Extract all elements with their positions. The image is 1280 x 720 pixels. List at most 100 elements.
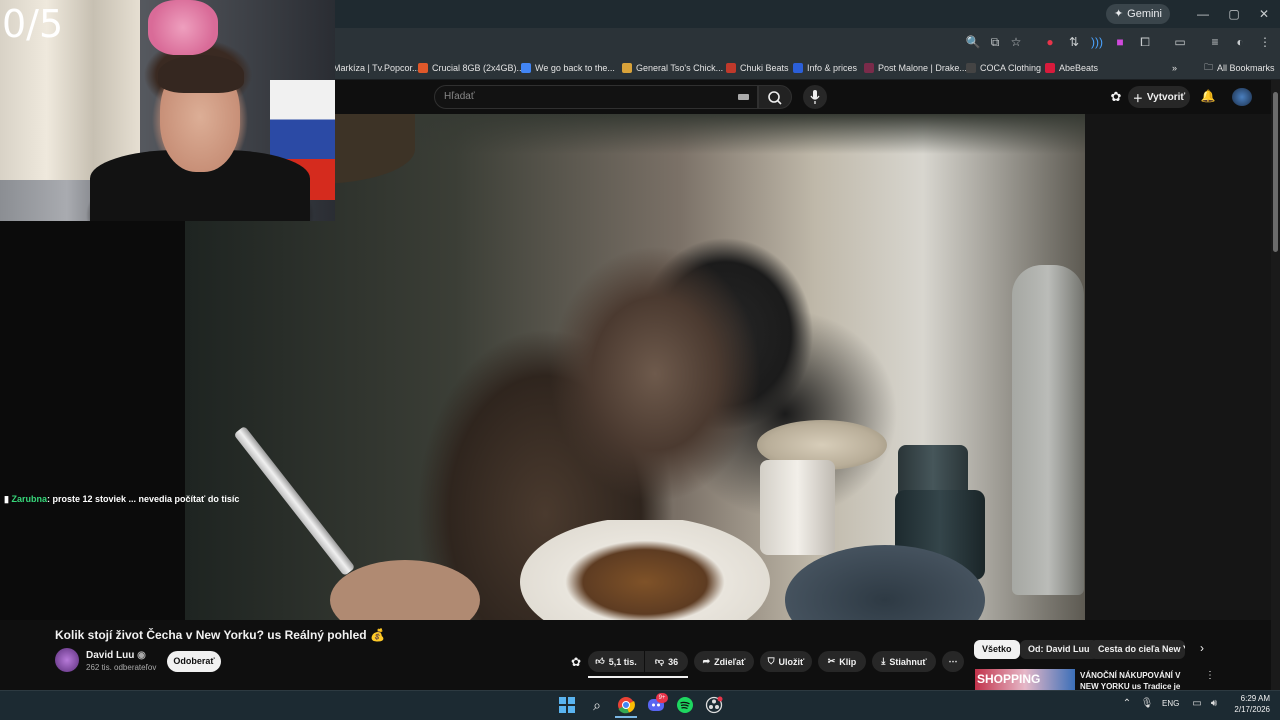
recommendation-menu-icon[interactable]: ⋮ bbox=[1205, 670, 1215, 684]
bookmark-item[interactable]: Post Malone | Drake... bbox=[864, 59, 967, 77]
bookmark-item[interactable]: Chuki Beats bbox=[726, 59, 789, 77]
spotify-taskbar-icon[interactable] bbox=[674, 694, 696, 716]
windows-taskbar bbox=[0, 690, 1280, 720]
bookmark-label: AbeBeats bbox=[1059, 63, 1099, 73]
recommendation-title[interactable]: VÁNOČNÍ NÁKUPOVÁNÍ V NEW YORKU us Tradic… bbox=[1080, 670, 1200, 690]
bookmark-favicon bbox=[864, 63, 874, 73]
share-button[interactable]: ➦ Zdieľať bbox=[694, 651, 754, 672]
clip-label: Klip bbox=[839, 656, 857, 667]
download-label: Stiahnuť bbox=[889, 656, 927, 667]
zoom-icon[interactable]: 🔍 bbox=[963, 32, 983, 52]
bookmark-favicon bbox=[726, 63, 736, 73]
channel-name[interactable]: David Luu ◉ bbox=[86, 650, 146, 661]
bookmark-item[interactable]: Crucial 8GB (2x4GB)... bbox=[418, 59, 524, 77]
extension-red-icon[interactable]: ● bbox=[1040, 32, 1060, 52]
bookmark-label: Chuki Beats bbox=[740, 63, 789, 73]
media-control-icon[interactable]: ≡ bbox=[1205, 32, 1225, 52]
bookmark-item[interactable]: Markíza | Tv.Popcor... bbox=[333, 59, 420, 77]
video-saucer bbox=[785, 545, 985, 620]
chip-all[interactable]: Všetko bbox=[974, 640, 1020, 659]
tray-display-icon[interactable]: ▭ bbox=[1190, 697, 1204, 711]
search-icon bbox=[768, 91, 782, 105]
bookmark-label: General Tso's Chick... bbox=[636, 63, 724, 73]
dislike-button[interactable]: 👎︎ 36 bbox=[645, 651, 688, 672]
bookmark-label: Info & prices bbox=[807, 63, 858, 73]
verified-icon: ◉ bbox=[137, 650, 146, 661]
create-button[interactable]: ＋ Vytvoriť bbox=[1128, 86, 1190, 108]
bookmark-favicon bbox=[793, 63, 803, 73]
close-icon[interactable]: ✕ bbox=[1254, 4, 1274, 24]
voice-search-button[interactable] bbox=[803, 85, 827, 109]
recommendation-thumbnail[interactable]: SHOPPING bbox=[975, 669, 1075, 690]
split-view-icon[interactable]: ▭ bbox=[1170, 32, 1190, 52]
video-plate bbox=[520, 520, 770, 620]
maximize-icon[interactable]: ▢ bbox=[1224, 4, 1244, 24]
taskbar-clock[interactable]: 6:29 AM 2/17/2026 bbox=[1226, 693, 1270, 715]
bookmark-label: Post Malone | Drake... bbox=[878, 63, 967, 73]
thumbs-up-icon: 👍︎ bbox=[595, 656, 605, 666]
bookmark-favicon bbox=[1045, 63, 1055, 73]
clip-button[interactable]: ✂ Klip bbox=[818, 651, 866, 672]
scrollbar-thumb[interactable] bbox=[1273, 92, 1278, 252]
extension-audio-icon[interactable]: ))) bbox=[1087, 32, 1107, 52]
create-label: Vytvoriť bbox=[1146, 91, 1186, 103]
chip-channel[interactable]: Od: David Luu bbox=[1020, 640, 1098, 659]
discord-badge: 9+ bbox=[656, 693, 668, 703]
ai-sparkle-icon[interactable]: ✿ bbox=[569, 655, 583, 669]
search-button[interactable] bbox=[758, 85, 792, 109]
bookmarks-overflow-icon[interactable]: » bbox=[1172, 59, 1177, 77]
obs-taskbar-icon[interactable] bbox=[703, 694, 725, 716]
tray-volume-icon[interactable]: 🔊︎ bbox=[1207, 697, 1221, 711]
thumbs-down-icon: 👎︎ bbox=[654, 656, 665, 666]
video-title: Kolik stojí život Čecha v New Yorku? us … bbox=[55, 628, 385, 642]
obs-icon bbox=[705, 696, 723, 714]
like-count: 5,1 tis. bbox=[608, 656, 637, 667]
share-label: Zdieľať bbox=[714, 656, 746, 667]
bookmark-item[interactable]: We go back to the... bbox=[521, 59, 615, 77]
bookmark-label: We go back to the... bbox=[535, 63, 615, 73]
tray-chevron-up-icon[interactable]: ⌃ bbox=[1120, 697, 1134, 711]
subscribe-button[interactable]: Odoberať bbox=[167, 651, 221, 672]
extensions-puzzle-icon[interactable]: ⧠ bbox=[1135, 32, 1155, 52]
spotify-icon bbox=[677, 697, 693, 713]
menu-kebab-icon[interactable]: ⋮ bbox=[1255, 32, 1275, 52]
chrome-taskbar-icon[interactable] bbox=[615, 694, 637, 716]
language-indicator[interactable]: ENG bbox=[1162, 699, 1179, 708]
bookmark-item[interactable]: Info & prices bbox=[793, 59, 857, 77]
gemini-button[interactable]: ✦ Gemini bbox=[1105, 4, 1170, 24]
like-button[interactable]: 👍︎ 5,1 tis. bbox=[588, 651, 644, 672]
chip-series[interactable]: Cesta do cieľa New Yo bbox=[1090, 640, 1185, 659]
download-button[interactable]: ⤓ Stiahnuť bbox=[872, 651, 936, 672]
taskbar-search-icon[interactable]: ⌕ bbox=[586, 694, 608, 716]
studio-icon[interactable]: ✿ bbox=[1108, 89, 1124, 105]
bookmark-label: COCA Clothing bbox=[980, 63, 1042, 73]
microphone-icon bbox=[810, 90, 820, 104]
all-bookmarks[interactable]: 🗀 All Bookmarks bbox=[1204, 59, 1275, 77]
bookmark-star-icon[interactable]: ☆ bbox=[1006, 32, 1026, 52]
start-button[interactable] bbox=[556, 694, 578, 716]
profile-avatar-icon[interactable]: ◐ bbox=[1230, 32, 1250, 52]
chevron-right-icon[interactable]: › bbox=[1195, 641, 1209, 657]
notifications-bell-icon[interactable]: 🔔 bbox=[1200, 89, 1216, 105]
account-avatar[interactable] bbox=[1232, 88, 1252, 106]
save-button[interactable]: ⛉ Uložiť bbox=[760, 651, 812, 672]
channel-avatar[interactable] bbox=[55, 648, 79, 672]
bookmark-favicon bbox=[966, 63, 976, 73]
minimize-icon[interactable]: — bbox=[1193, 4, 1213, 24]
more-actions-button[interactable]: ⋯ bbox=[942, 651, 964, 672]
clock-time: 6:29 AM bbox=[1240, 694, 1270, 703]
search-input[interactable] bbox=[434, 85, 758, 109]
extension-arrows-icon[interactable]: ⇅ bbox=[1064, 32, 1084, 52]
search-placeholder: Hľadať bbox=[444, 91, 475, 102]
gemini-label: Gemini bbox=[1127, 8, 1162, 20]
bookmark-item[interactable]: COCA Clothing bbox=[966, 59, 1041, 77]
like-ratio-bar bbox=[588, 676, 688, 678]
bookmark-favicon bbox=[622, 63, 632, 73]
install-app-icon[interactable]: ⧉ bbox=[985, 32, 1005, 52]
extension-purple-icon[interactable]: ■ bbox=[1110, 32, 1130, 52]
bookmark-item[interactable]: General Tso's Chick... bbox=[622, 59, 723, 77]
webcam-plush-toy bbox=[148, 0, 218, 55]
tray-microphone-icon[interactable]: 🎙︎ bbox=[1140, 697, 1154, 711]
keyboard-icon[interactable] bbox=[738, 94, 749, 100]
bookmark-item[interactable]: AbeBeats bbox=[1045, 59, 1098, 77]
